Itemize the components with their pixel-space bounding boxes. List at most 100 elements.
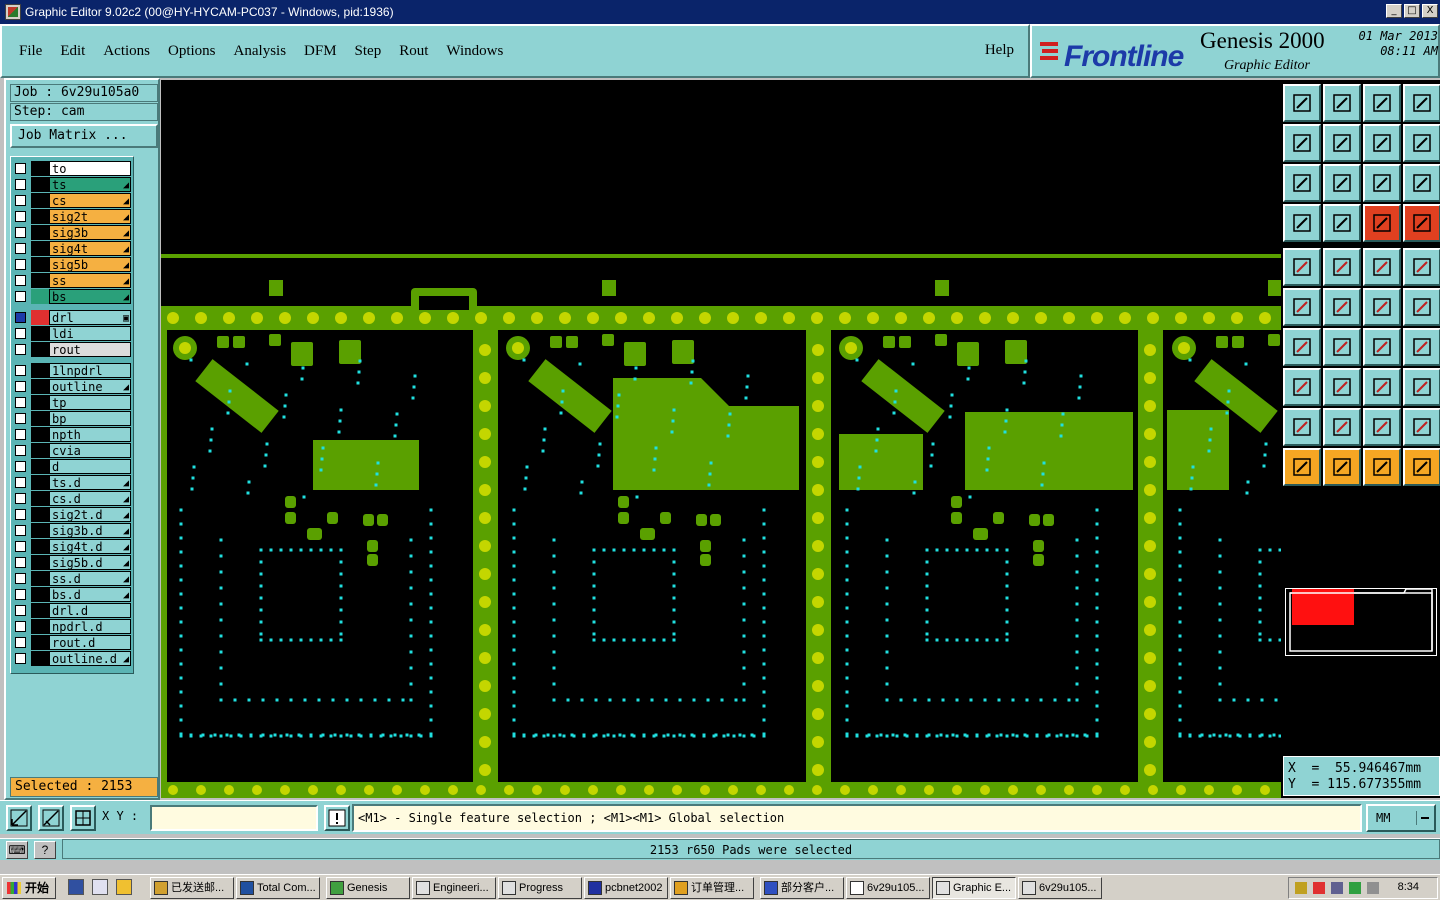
layer-checkbox[interactable] xyxy=(15,509,26,520)
layer-indicator[interactable] xyxy=(31,587,49,602)
taskbar-task-3[interactable]: Engineeri... xyxy=(412,877,496,899)
tray-security-icon[interactable] xyxy=(1313,882,1325,894)
layer-row-sig5b-d[interactable]: sig5b.d ◢ xyxy=(15,555,131,570)
units-select[interactable]: MM xyxy=(1366,804,1436,832)
snap-icon[interactable] xyxy=(6,805,32,831)
layer-indicator[interactable] xyxy=(31,395,49,410)
layer-checkbox[interactable] xyxy=(15,413,26,424)
layer-checkbox[interactable] xyxy=(15,312,26,323)
layer-row-sig2t[interactable]: sig2t ◢ xyxy=(15,209,131,224)
layer-name[interactable]: cvia xyxy=(49,443,131,458)
zoom-1to1-icon[interactable] xyxy=(1363,164,1401,202)
layer-indicator[interactable] xyxy=(31,177,49,192)
layer-row-tp[interactable]: tp xyxy=(15,395,131,410)
layer-row-drl[interactable]: drl ▣ xyxy=(15,310,131,325)
layer-row-ts-d[interactable]: ts.d ◢ xyxy=(15,475,131,490)
layer-checkbox[interactable] xyxy=(15,461,26,472)
layer-name[interactable]: drl.d xyxy=(49,603,131,618)
layer-checkbox[interactable] xyxy=(15,259,26,270)
menu-dfm[interactable]: DFM xyxy=(304,43,337,60)
menu-edit[interactable]: Edit xyxy=(60,43,85,60)
layer-row-rout[interactable]: rout xyxy=(15,342,131,357)
layer-checkbox[interactable] xyxy=(15,525,26,536)
layer-row-outline[interactable]: outline ◢ xyxy=(15,379,131,394)
layer-row-outline-d[interactable]: outline.d ◢ xyxy=(15,651,131,666)
tray-volume-icon[interactable] xyxy=(1367,882,1379,894)
layer-indicator[interactable] xyxy=(31,635,49,650)
layer-name[interactable]: sig2t.d ◢ xyxy=(49,507,131,522)
tray-close-icon[interactable] xyxy=(1331,882,1343,894)
layer-row-to[interactable]: to xyxy=(15,161,131,176)
layer-checkbox[interactable] xyxy=(15,637,26,648)
xy-input[interactable] xyxy=(150,805,318,831)
layer-checkbox[interactable] xyxy=(15,227,26,238)
line-h-icon[interactable] xyxy=(1323,368,1361,406)
triangle-icon[interactable] xyxy=(1283,408,1321,446)
open-job-icon[interactable] xyxy=(1283,84,1321,122)
select-box-icon[interactable] xyxy=(1323,248,1361,286)
layer-indicator[interactable] xyxy=(31,241,49,256)
layer-checkbox[interactable] xyxy=(15,557,26,568)
layer-name[interactable]: d xyxy=(49,459,131,474)
taskbar-task-1[interactable]: Total Com... xyxy=(236,877,320,899)
layer-row-1lnpdrl[interactable]: 1lnpdrl xyxy=(15,363,131,378)
layer-name[interactable]: outline ◢ xyxy=(49,379,131,394)
layer-indicator[interactable] xyxy=(31,619,49,634)
layer-checkbox[interactable] xyxy=(15,605,26,616)
import-icon[interactable] xyxy=(1283,124,1321,162)
layer-name[interactable]: sig5b.d ◢ xyxy=(49,555,131,570)
layer-row-npdrl-d[interactable]: npdrl.d xyxy=(15,619,131,634)
layer-indicator[interactable] xyxy=(31,427,49,442)
taskbar-task-9[interactable]: Graphic E... xyxy=(932,877,1016,899)
layer-name[interactable]: ss ◢ xyxy=(49,273,131,288)
pointer-icon[interactable] xyxy=(1283,448,1321,486)
menu-windows[interactable]: Windows xyxy=(446,43,503,60)
layer-name[interactable]: bs ◢ xyxy=(49,289,131,304)
start-button[interactable]: 开始 xyxy=(2,877,56,899)
layer-name[interactable]: sig3b.d ◢ xyxy=(49,523,131,538)
menu-file[interactable]: File xyxy=(19,43,42,60)
step-field[interactable]: Step: cam xyxy=(10,103,158,121)
layer-indicator[interactable] xyxy=(31,491,49,506)
cut-icon[interactable] xyxy=(1323,288,1361,326)
arrow-up-icon[interactable] xyxy=(1323,408,1361,446)
layer-indicator[interactable] xyxy=(31,273,49,288)
layer-checkbox[interactable] xyxy=(15,589,26,600)
layer-checkbox[interactable] xyxy=(15,211,26,222)
layer-indicator[interactable] xyxy=(31,539,49,554)
taskbar-task-10[interactable]: 6v29u105... xyxy=(1018,877,1102,899)
layer-row-cvia[interactable]: cvia xyxy=(15,443,131,458)
taskbar-task-5[interactable]: pcbnet2002 xyxy=(584,877,668,899)
layer-name[interactable]: sig3b ◢ xyxy=(49,225,131,240)
layer-checkbox[interactable] xyxy=(15,429,26,440)
dropdown-icon[interactable] xyxy=(1416,811,1430,825)
layer-name[interactable]: cs ◢ xyxy=(49,193,131,208)
overview-map[interactable] xyxy=(1285,588,1437,656)
layer-indicator[interactable] xyxy=(31,555,49,570)
layer-name[interactable]: rout.d xyxy=(49,635,131,650)
pointer-box-icon[interactable] xyxy=(1323,448,1361,486)
taskbar-task-0[interactable]: 已发送邮... xyxy=(150,877,234,899)
layer-checkbox[interactable] xyxy=(15,275,26,286)
app-icon[interactable] xyxy=(5,4,21,20)
layer-checkbox[interactable] xyxy=(15,445,26,456)
net-icon[interactable] xyxy=(1283,288,1321,326)
layer-row-bp[interactable]: bp xyxy=(15,411,131,426)
pcb-drawing[interactable] xyxy=(161,80,1281,798)
circle-icon[interactable] xyxy=(1403,248,1440,286)
job-matrix-button[interactable]: Job Matrix ... xyxy=(10,124,158,148)
menu-options[interactable]: Options xyxy=(168,43,216,60)
redo-icon[interactable] xyxy=(1403,124,1440,162)
layer-indicator[interactable] xyxy=(31,326,49,341)
snap-point-icon[interactable] xyxy=(1403,288,1440,326)
layer-row-bs-d[interactable]: bs.d ◢ xyxy=(15,587,131,602)
menu-rout[interactable]: Rout xyxy=(399,43,428,60)
add-pad-icon[interactable] xyxy=(1283,248,1321,286)
taskbar-task-4[interactable]: Progress xyxy=(498,877,582,899)
layer-row-rout-d[interactable]: rout.d xyxy=(15,635,131,650)
keyboard-icon[interactable]: ⌨ xyxy=(6,841,28,859)
layer-checkbox[interactable] xyxy=(15,291,26,302)
layer-name[interactable]: sig4t.d ◢ xyxy=(49,539,131,554)
layer-indicator[interactable] xyxy=(31,193,49,208)
layer-swap-icon[interactable] xyxy=(1403,204,1440,242)
